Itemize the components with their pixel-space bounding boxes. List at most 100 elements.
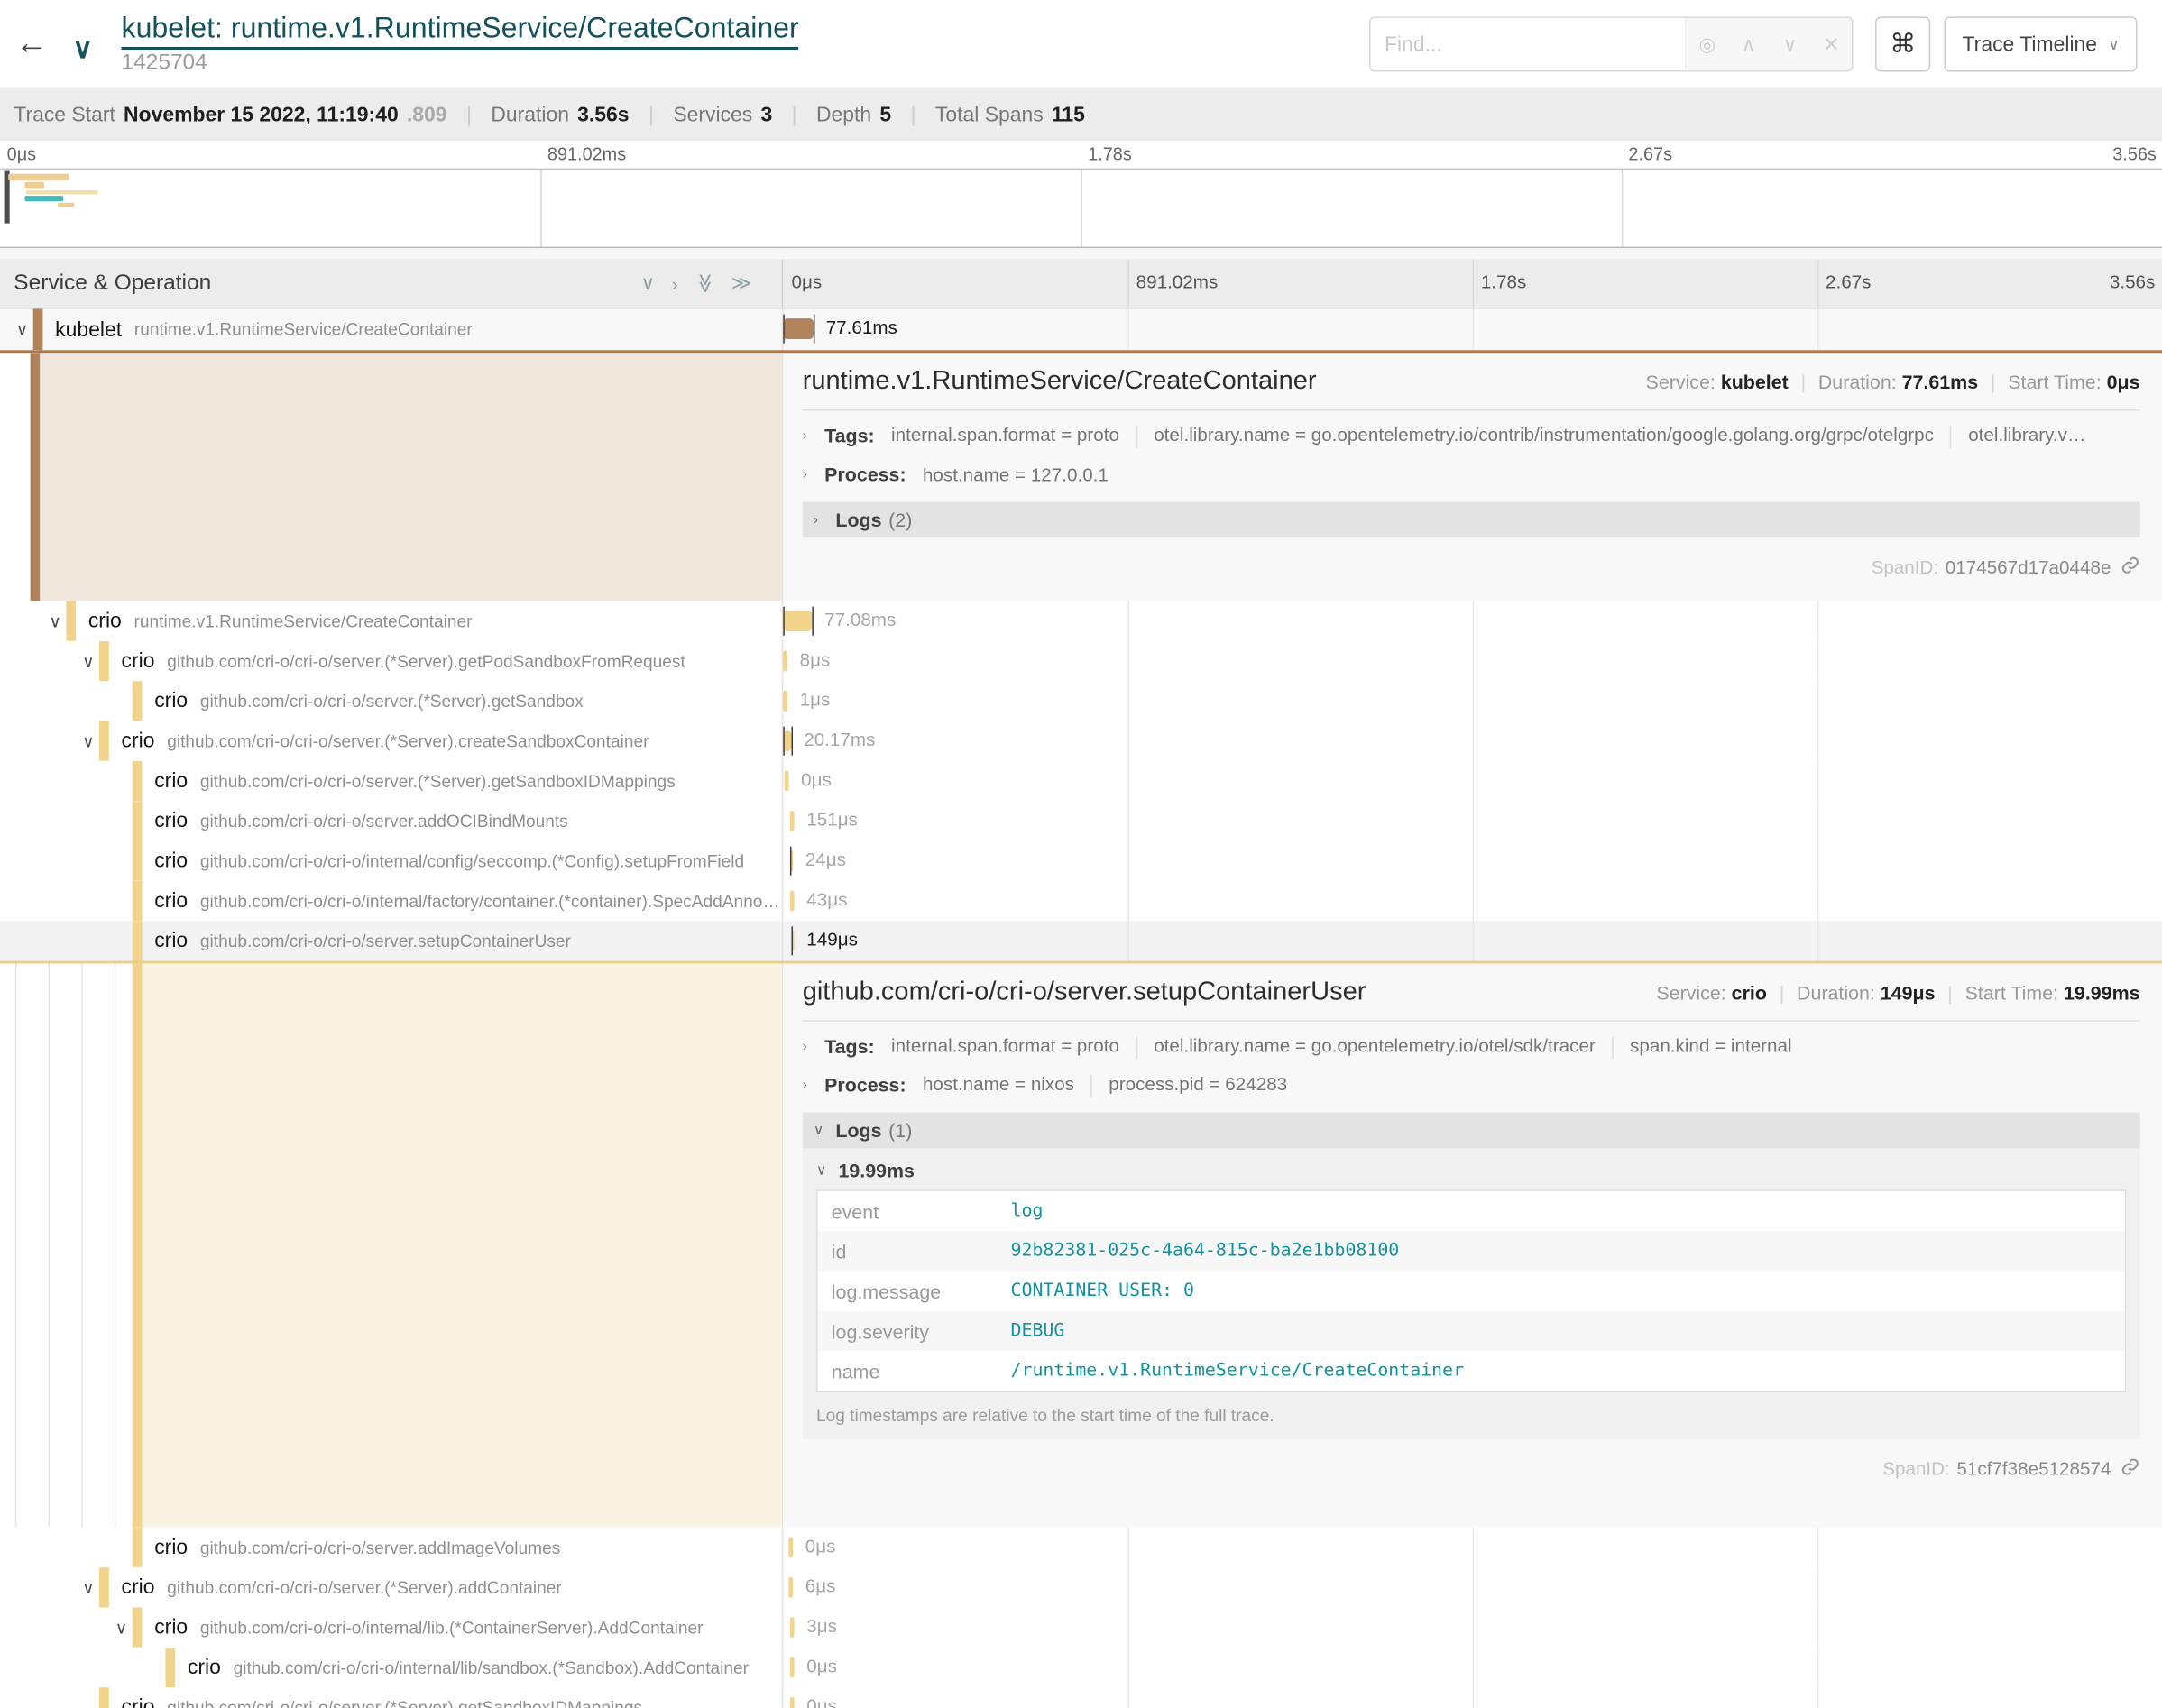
span-duration-bar[interactable] [790,1657,795,1677]
span-timeline-cell[interactable]: 0μs [783,1528,2162,1567]
span-duration-label: 20.17ms [804,730,875,750]
find-buttons: ◎ ∧ ∨ ✕ [1685,18,1852,70]
collapse-trace-header-icon[interactable]: ∨ [63,31,102,65]
back-arrow-icon[interactable]: ← [0,25,63,64]
log-entry-toggle[interactable]: ∨ 19.99ms [816,1151,2126,1189]
log-field-value: CONTAINER USER: 0 [1011,1281,1194,1301]
tag-pill: host.name = 127.0.0.1 [923,464,1109,485]
span-duration-bar[interactable] [785,771,789,792]
span-child-tick [791,727,793,756]
row-chevron-down-icon[interactable]: ∨ [78,1578,99,1597]
span-row-name[interactable]: ∨criogithub.com/cri-o/cri-o/server.(*Ser… [0,1567,783,1607]
expand-one-icon[interactable]: › [672,272,678,294]
span-row: criogithub.com/cri-o/cri-o/server.(*Serv… [0,681,2162,721]
detail1-title: runtime.v1.RuntimeService/CreateContaine… [803,367,1317,398]
row-chevron-down-icon[interactable]: ∨ [110,1618,132,1637]
span-timeline-cell[interactable]: 20.17ms [783,721,2162,761]
span-row-name[interactable]: criogithub.com/cri-o/cri-o/server.(*Serv… [0,1687,783,1708]
tag-pill: otel.library.name = go.opentelemetry.io/… [1154,425,1934,445]
trace-title-link[interactable]: kubelet: runtime.v1.RuntimeService/Creat… [122,13,799,49]
span-row-name[interactable]: ∨criogithub.com/cri-o/cri-o/server.(*Ser… [0,721,783,761]
span-timeline-cell[interactable]: 151μs [783,801,2162,840]
span-row-name[interactable]: ∨kubeletruntime.v1.RuntimeService/Create… [0,308,783,350]
span-timeline-cell[interactable]: 43μs [783,881,2162,921]
detail2-color-bar [133,964,143,1528]
locate-icon[interactable]: ◎ [1687,18,1728,70]
span-duration-bar[interactable] [788,1577,793,1598]
span-timeline-cell[interactable]: 1μs [783,681,2162,721]
span-duration-bar[interactable] [783,691,787,712]
span-row-name[interactable]: criogithub.com/cri-o/cri-o/internal/lib/… [0,1648,783,1687]
log-entry-time: 19.99ms [838,1160,915,1181]
span-row-name[interactable]: criogithub.com/cri-o/cri-o/server.(*Serv… [0,761,783,801]
span-duration-bar[interactable] [783,611,812,631]
span-timeline-cell[interactable]: 149μs [783,921,2162,960]
detail1-spanid-row: SpanID: 0174567d17a0448e [803,548,2140,584]
copy-link-icon[interactable] [2121,1456,2139,1480]
detail1-process-row[interactable]: › Process: host.name = 127.0.0.1 [803,455,2140,493]
log-field-key: name [818,1360,1011,1382]
row-chevron-down-icon[interactable]: ∨ [11,320,32,339]
span-timeline-cell[interactable]: 77.61ms [783,308,2162,350]
detail2-tags-row[interactable]: › Tags: internal.span.format = protootel… [803,1027,2140,1066]
detail2-logs-toggle[interactable]: ∨ Logs(1) [803,1113,2140,1149]
span-timeline-cell[interactable]: 8μs [783,641,2162,681]
span-row-name[interactable]: criogithub.com/cri-o/cri-o/internal/fact… [0,881,783,921]
span-duration-bar[interactable] [783,651,787,672]
find-input[interactable] [1371,18,1686,70]
span-duration-bar[interactable] [790,1617,795,1638]
copy-link-icon[interactable] [2121,555,2139,578]
span-timeline-cell[interactable]: 6μs [783,1567,2162,1607]
collapse-one-icon[interactable]: ∨ [640,271,655,295]
log-field-row: name/runtime.v1.RuntimeService/CreateCon… [818,1351,2125,1391]
clear-find-icon[interactable]: ✕ [1810,18,1852,70]
span-row-name[interactable]: criogithub.com/cri-o/cri-o/server.setupC… [0,921,783,960]
span-row-name[interactable]: criogithub.com/cri-o/cri-o/internal/conf… [0,841,783,881]
span-row-name[interactable]: criogithub.com/cri-o/cri-o/server.(*Serv… [0,681,783,721]
collapse-all-icon[interactable]: ≫ [693,273,716,293]
detail2-process-row[interactable]: › Process: host.name = nixosprocess.pid … [803,1066,2140,1105]
row-chevron-down-icon[interactable]: ∨ [78,651,99,670]
trace-minimap[interactable] [0,169,2162,249]
log-field-value: 92b82381-025c-4a64-815c-ba2e1bb08100 [1011,1241,1400,1262]
detail2-spanid-row: SpanID: 51cf7f38e5128574 [803,1450,2140,1486]
row-chevron-down-icon[interactable]: ∨ [78,731,99,750]
detail1-logs-toggle[interactable]: › Logs(2) [803,501,2140,537]
span-row-name[interactable]: ∨criogithub.com/cri-o/cri-o/server.(*Ser… [0,641,783,681]
services-value: 3 [760,103,772,126]
span-timeline-cell[interactable]: 3μs [783,1607,2162,1647]
prev-match-icon[interactable]: ∧ [1728,18,1770,70]
span-duration-label: 1μs [800,689,831,710]
span-row-name[interactable]: criogithub.com/cri-o/cri-o/server.addIma… [0,1528,783,1567]
detail1-tags-row[interactable]: › Tags: internal.span.format = protootel… [803,417,2140,455]
span-duration-bar[interactable] [783,318,814,339]
row-chevron-down-icon[interactable]: ∨ [44,611,66,630]
span-row-name[interactable]: ∨criogithub.com/cri-o/cri-o/internal/lib… [0,1607,783,1647]
span-timeline-cell[interactable]: 0μs [783,761,2162,801]
tag-pill: otel.library.name = go.opentelemetry.io/… [1154,1036,1596,1057]
span-duration-bar[interactable] [788,1538,793,1558]
service-color-bar [133,841,143,881]
minimap-tick-3: 2.67s [1628,143,1672,164]
span-duration-bar[interactable] [790,1697,795,1708]
span-duration-bar[interactable] [790,811,795,831]
expand-collapse-controls: ∨ › ≫ ≫ [624,271,751,295]
span-timeline-cell[interactable]: 0μs [783,1648,2162,1687]
span-row-name[interactable]: criogithub.com/cri-o/cri-o/server.addOCI… [0,801,783,840]
span-row-name[interactable]: ∨crioruntime.v1.RuntimeService/CreateCon… [0,601,783,641]
trace-start-label: Trace Start [14,103,115,126]
service-name: crio [122,730,155,753]
expand-all-icon[interactable]: ≫ [731,271,751,295]
keyboard-shortcuts-button[interactable]: ⌘ [1875,16,1930,71]
span-timeline-cell[interactable]: 24μs [783,841,2162,881]
service-color-bar [165,1648,175,1687]
span-timeline-cell[interactable]: 77.08ms [783,601,2162,641]
view-selector-button[interactable]: Trace Timeline ∨ [1945,16,2138,71]
span-duration-bar[interactable] [790,891,795,912]
service-color-bar [99,1687,109,1708]
header: ← ∨ kubelet: runtime.v1.RuntimeService/C… [0,0,2162,89]
span-duration-label: 77.08ms [824,610,896,630]
depth-value: 5 [879,103,891,126]
span-timeline-cell[interactable]: 0μs [783,1687,2162,1708]
next-match-icon[interactable]: ∨ [1770,18,1811,70]
